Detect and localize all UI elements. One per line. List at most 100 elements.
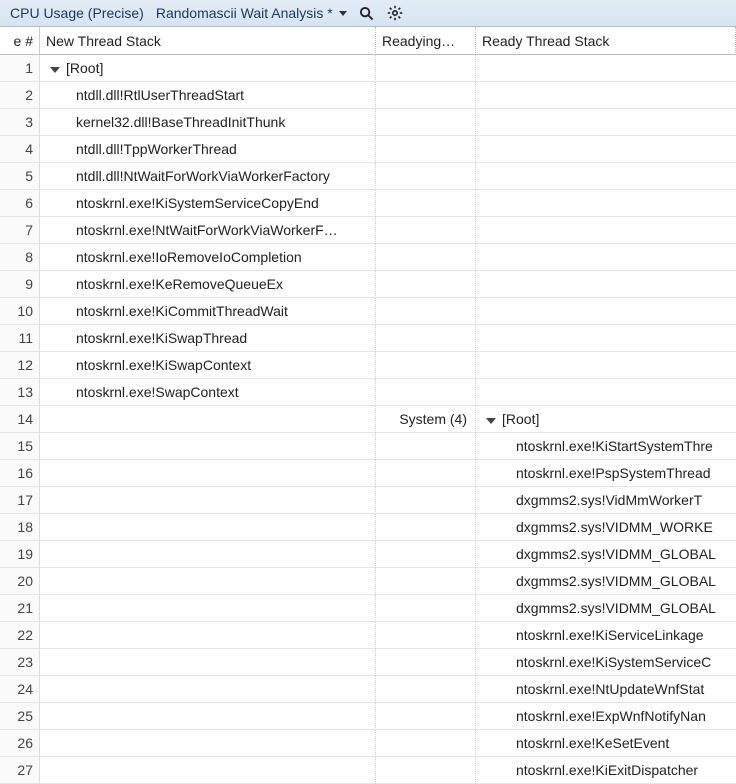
- column-header-readying[interactable]: Readying…: [376, 27, 476, 55]
- line-number: 27: [0, 757, 40, 784]
- new-thread-stack-cell[interactable]: [40, 730, 376, 757]
- new-thread-stack-cell[interactable]: [40, 649, 376, 676]
- new-thread-stack-cell[interactable]: [40, 487, 376, 514]
- line-number: 16: [0, 460, 40, 487]
- line-number: 4: [0, 136, 40, 163]
- new-thread-stack-cell[interactable]: [40, 460, 376, 487]
- ready-thread-stack-cell[interactable]: [476, 325, 736, 352]
- new-thread-stack-cell[interactable]: [Root]: [40, 55, 376, 82]
- stack-frame: ntoskrnl.exe!KiCommitThreadWait: [76, 303, 288, 319]
- new-thread-stack-cell[interactable]: ntoskrnl.exe!KiSwapContext: [40, 352, 376, 379]
- ready-thread-stack-cell[interactable]: dxgmms2.sys!VIDMM_GLOBAL: [476, 568, 736, 595]
- readying-cell: [376, 82, 476, 109]
- readying-cell: [376, 379, 476, 406]
- readying-cell: [376, 136, 476, 163]
- ready-thread-stack-cell[interactable]: [476, 352, 736, 379]
- line-number: 24: [0, 676, 40, 703]
- readying-cell: [376, 325, 476, 352]
- ready-thread-stack-cell[interactable]: [476, 55, 736, 82]
- line-number: 2: [0, 82, 40, 109]
- preset-dropdown[interactable]: Randomascii Wait Analysis *: [150, 5, 353, 21]
- ready-thread-stack-cell[interactable]: ntoskrnl.exe!ExpWnfNotifyNan: [476, 703, 736, 730]
- stack-frame: ntoskrnl.exe!KiSwapContext: [76, 357, 251, 373]
- new-thread-stack-cell[interactable]: [40, 595, 376, 622]
- new-thread-stack-cell[interactable]: ntoskrnl.exe!SwapContext: [40, 379, 376, 406]
- new-thread-stack-cell[interactable]: ntoskrnl.exe!KiSwapThread: [40, 325, 376, 352]
- ready-thread-stack-cell[interactable]: dxgmms2.sys!VIDMM_GLOBAL: [476, 595, 736, 622]
- new-thread-stack-cell[interactable]: ntoskrnl.exe!KiSystemServiceCopyEnd: [40, 190, 376, 217]
- expand-caret-icon[interactable]: [50, 67, 60, 73]
- ready-thread-stack-cell[interactable]: [476, 190, 736, 217]
- new-thread-stack-cell[interactable]: kernel32.dll!BaseThreadInitThunk: [40, 109, 376, 136]
- ready-thread-stack-cell[interactable]: dxgmms2.sys!VIDMM_GLOBAL: [476, 541, 736, 568]
- line-number: 10: [0, 298, 40, 325]
- readying-cell: [376, 460, 476, 487]
- new-thread-stack-cell[interactable]: [40, 541, 376, 568]
- search-button[interactable]: [356, 2, 378, 24]
- new-thread-stack-cell[interactable]: ntdll.dll!NtWaitForWorkViaWorkerFactory: [40, 163, 376, 190]
- readying-cell: [376, 595, 476, 622]
- ready-thread-stack-cell[interactable]: ntoskrnl.exe!KiExitDispatcher: [476, 757, 736, 784]
- new-thread-stack-cell[interactable]: ntoskrnl.exe!KeRemoveQueueEx: [40, 271, 376, 298]
- expand-caret-icon[interactable]: [486, 418, 496, 424]
- ready-thread-stack-cell[interactable]: ntoskrnl.exe!KiServiceLinkage: [476, 622, 736, 649]
- column-header-line[interactable]: e #: [0, 27, 40, 55]
- line-number: 3: [0, 109, 40, 136]
- ready-thread-stack-cell[interactable]: ntoskrnl.exe!NtUpdateWnfStat: [476, 676, 736, 703]
- ready-thread-stack-cell[interactable]: [476, 163, 736, 190]
- ready-thread-stack-cell[interactable]: [476, 136, 736, 163]
- ready-thread-stack-cell[interactable]: ntoskrnl.exe!KiStartSystemThre: [476, 433, 736, 460]
- new-thread-stack-cell[interactable]: ntdll.dll!RtlUserThreadStart: [40, 82, 376, 109]
- line-number: 15: [0, 433, 40, 460]
- stack-frame: ntdll.dll!TppWorkerThread: [76, 141, 237, 157]
- ready-thread-stack-cell[interactable]: [Root]: [476, 406, 736, 433]
- stack-frame: dxgmms2.sys!VIDMM_GLOBAL: [516, 546, 716, 562]
- ready-thread-stack-cell[interactable]: [476, 271, 736, 298]
- new-thread-stack-cell[interactable]: [40, 757, 376, 784]
- new-thread-stack-cell[interactable]: [40, 676, 376, 703]
- column-header-new-thread-stack[interactable]: New Thread Stack: [40, 27, 376, 55]
- new-thread-stack-cell[interactable]: [40, 433, 376, 460]
- line-number: 6: [0, 190, 40, 217]
- new-thread-stack-cell[interactable]: ntoskrnl.exe!IoRemoveIoCompletion: [40, 244, 376, 271]
- readying-cell: [376, 703, 476, 730]
- ready-thread-stack-cell[interactable]: dxgmms2.sys!VIDMM_WORKE: [476, 514, 736, 541]
- ready-thread-stack-cell[interactable]: [476, 82, 736, 109]
- ready-thread-stack-cell[interactable]: [476, 244, 736, 271]
- ready-thread-stack-cell[interactable]: ntoskrnl.exe!KiSystemServiceC: [476, 649, 736, 676]
- line-number: 13: [0, 379, 40, 406]
- readying-cell: [376, 487, 476, 514]
- stack-frame: ntdll.dll!RtlUserThreadStart: [76, 87, 244, 103]
- new-thread-stack-cell[interactable]: [40, 568, 376, 595]
- new-thread-stack-cell[interactable]: [40, 514, 376, 541]
- new-thread-stack-cell[interactable]: ntoskrnl.exe!KiCommitThreadWait: [40, 298, 376, 325]
- line-number: 12: [0, 352, 40, 379]
- preset-label: Randomascii Wait Analysis *: [156, 5, 333, 21]
- column-header-ready-thread-stack[interactable]: Ready Thread Stack: [476, 27, 736, 55]
- readying-cell: [376, 730, 476, 757]
- ready-thread-stack-cell[interactable]: [476, 379, 736, 406]
- ready-thread-stack-cell[interactable]: [476, 109, 736, 136]
- ready-thread-stack-cell[interactable]: [476, 217, 736, 244]
- stack-frame: ntdll.dll!NtWaitForWorkViaWorkerFactory: [76, 168, 330, 184]
- new-thread-stack-cell[interactable]: ntdll.dll!TppWorkerThread: [40, 136, 376, 163]
- search-icon: [359, 6, 374, 21]
- line-number: 21: [0, 595, 40, 622]
- gear-icon: [387, 5, 403, 21]
- stack-frame: ntoskrnl.exe!KiSwapThread: [76, 330, 247, 346]
- readying-cell: [376, 163, 476, 190]
- readying-cell: [376, 271, 476, 298]
- ready-thread-stack-cell[interactable]: ntoskrnl.exe!PspSystemThread: [476, 460, 736, 487]
- ready-thread-stack-cell[interactable]: ntoskrnl.exe!KeSetEvent: [476, 730, 736, 757]
- data-grid: e # New Thread Stack Readying… Ready Thr…: [0, 27, 736, 784]
- titlebar: CPU Usage (Precise) Randomascii Wait Ana…: [0, 0, 736, 27]
- ready-thread-stack-cell[interactable]: [476, 298, 736, 325]
- new-thread-stack-cell[interactable]: [40, 406, 376, 433]
- line-number: 23: [0, 649, 40, 676]
- ready-thread-stack-cell[interactable]: dxgmms2.sys!VidMmWorkerT: [476, 487, 736, 514]
- new-thread-stack-cell[interactable]: ntoskrnl.exe!NtWaitForWorkViaWorkerF…: [40, 217, 376, 244]
- new-thread-stack-cell[interactable]: [40, 622, 376, 649]
- settings-button[interactable]: [384, 2, 406, 24]
- line-number: 7: [0, 217, 40, 244]
- new-thread-stack-cell[interactable]: [40, 703, 376, 730]
